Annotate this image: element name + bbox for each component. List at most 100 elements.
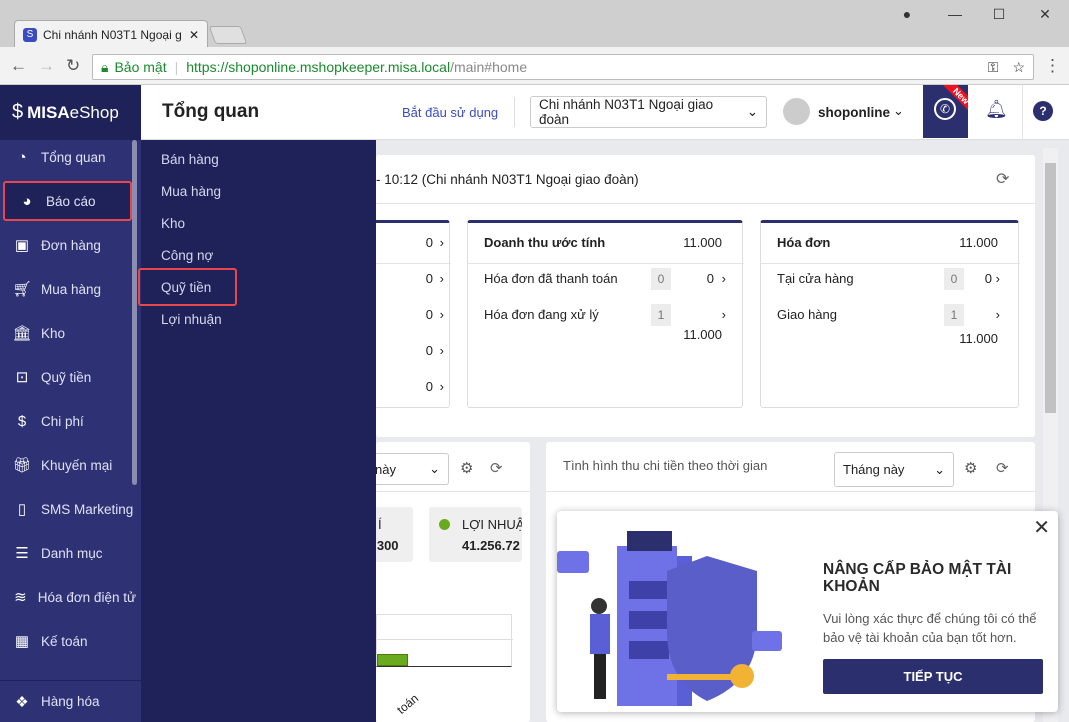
kpi-value[interactable]: 0 [426,271,433,286]
profit-tile[interactable]: LỢI NHUẬI 41.256.72 [429,507,522,562]
kpi-value[interactable]: 0 [426,343,433,358]
row-value[interactable]: 0 [707,271,714,286]
count-badge: 1 [944,304,964,326]
get-started-link[interactable]: Bắt đầu sử dụng [402,105,498,120]
sidebar-item-label: Kho [41,325,66,341]
branch-label: Chi nhánh N03T1 Ngoại giao đoàn [539,97,714,127]
sidebar-item-mua-hang[interactable]: 🛒︎ Mua hàng [0,269,136,309]
logo[interactable]: $ MISA eShop [0,85,141,140]
profile-icon[interactable]: ● [892,6,922,26]
forward-icon[interactable]: → [38,56,55,76]
kpi-value[interactable]: 0 [426,379,433,394]
count-badge: 0 [944,268,964,290]
sidebar-item-chi-phi[interactable]: $ Chi phí [0,401,136,441]
sidebar-item-tong-quan[interactable]: ◔ Tổng quan [0,137,136,177]
gear-icon[interactable]: ⚙ [460,459,473,477]
refresh-icon[interactable]: ⟳ [996,459,1009,477]
page-title: Tổng quan [162,101,260,122]
bell-icon[interactable]: 🔔︎ [985,99,1008,120]
sidebar-item-hoa-don-dien-tu[interactable]: ≋ Hóa đơn điện tử [0,577,136,617]
chevron-down-icon[interactable]: ⌄ [893,103,904,119]
submenu-item-mua-hang[interactable]: Mua hàng [161,184,221,199]
submenu-item-ban-hang[interactable]: Bán hàng [161,152,219,167]
profit-bar[interactable] [377,654,408,666]
call-button[interactable]: ✆ New [923,85,968,138]
revenue-card: Doanh thu ước tính 11.000 Hóa đơn đã tha… [467,220,744,408]
gear-icon[interactable]: ⚙ [964,459,977,477]
logo-icon: $ [12,101,24,123]
chevron-down-icon: ⌄ [429,461,440,476]
minimize-button[interactable]: — [940,6,970,26]
chevron-right-icon[interactable]: › [996,271,1000,286]
close-window-button[interactable]: ✕ [1030,6,1060,26]
sidebar-item-ke-toan[interactable]: ▦ Kế toán [0,621,136,661]
safe-icon: ⊡ [15,369,29,386]
sidebar-item-label: Quỹ tiền [41,369,92,385]
browser-tab[interactable]: S Chi nhánh N03T1 Ngoại g ✕ [14,20,208,48]
close-icon[interactable]: ✕ [1033,515,1050,540]
maximize-button[interactable]: ☐ [984,6,1014,26]
continue-button[interactable]: TIẾP TỤC [823,659,1043,694]
refresh-icon[interactable]: ⟳ [996,169,1009,189]
chevron-right-icon[interactable]: › [722,271,726,286]
reload-icon[interactable]: ↻ [66,56,80,76]
boxes-icon: ❖ [15,693,29,711]
back-icon[interactable]: ← [10,56,27,76]
user-name[interactable]: shoponline [818,105,890,120]
invoice-title: Hóa đơn [777,235,831,250]
left-kpi-card: 0 0 0 0 0 › › › › › [366,220,451,408]
sidebar-item-bao-cao[interactable]: ◕ Báo cáo [3,181,132,221]
secure-label: Bảo mật [114,59,167,75]
row-value[interactable]: 11.000 [959,331,998,346]
sidebar-item-label: Khuyến mại [41,457,113,473]
branch-select[interactable]: Chi nhánh N03T1 Ngoại giao đoàn ⌄ [530,96,767,128]
row-value[interactable]: 11.000 [683,327,722,342]
delivery-label: Giao hàng [777,307,837,322]
report-submenu: Bán hàng Mua hàng Kho Công nợ Quỹ tiền L… [138,140,376,722]
security-upgrade-popup: ✕ NÂNG CẤP BẢO MẬT TÀI KHOẢN Vui lòng xá… [557,511,1058,712]
sidebar-item-khuyen-mai[interactable]: 🎁︎ Khuyến mại [0,445,136,485]
gift-icon: 🎁︎ [12,457,32,474]
sidebar-item-sms-marketing[interactable]: ▯ SMS Marketing [0,489,136,529]
chevron-right-icon[interactable]: › [722,307,726,322]
period-select[interactable]: Tháng này ⌄ [834,452,954,487]
period-select[interactable]: này ⌄ [366,453,449,485]
menu-icon[interactable]: ⋮ [1044,56,1061,76]
scrollbar-thumb[interactable] [1045,163,1056,413]
kpi-value[interactable]: 0 [426,235,433,250]
url-input[interactable]: 🔒︎ Bảo mật | https://shoponline.mshopkee… [92,54,1034,80]
invoice-icon: ≋ [14,589,27,606]
submenu-item-cong-no[interactable]: Công nợ [161,248,213,263]
avatar[interactable] [783,98,810,125]
cashflow-title: Tình hình thu chi tiền theo thời gian [563,458,768,473]
sidebar-item-quy-tien[interactable]: ⊡ Quỹ tiền [0,357,136,397]
sidebar-item-label: Đơn hàng [41,237,101,253]
cart-icon: 🛒︎ [12,281,32,298]
key-icon[interactable]: ⚿ [988,59,999,76]
summary-header: - 10:12 (Chi nhánh N03T1 Ngoại giao đoàn… [376,172,639,187]
sidebar-item-hang-hoa[interactable]: ❖ Hàng hóa [0,680,141,722]
sidebar-item-don-hang[interactable]: ▣ Đơn hàng [0,225,136,265]
axis-tick-label: toán [394,691,422,717]
submenu-item-loi-nhuan[interactable]: Lợi nhuận [161,312,222,327]
popup-title: NÂNG CẤP BẢO MẬT TÀI KHOẢN [823,561,1012,595]
sidebar-item-kho[interactable]: 🏛︎ Kho [0,313,136,353]
sidebar-item-danh-muc[interactable]: ☰ Danh mục [0,533,136,573]
submenu-item-quy-tien[interactable]: Quỹ tiền [138,268,237,306]
in-store-label: Tại cửa hàng [777,271,854,286]
submenu-item-kho[interactable]: Kho [161,216,185,231]
close-tab-icon[interactable]: ✕ [189,28,199,42]
sidebar-item-label: Hóa đơn điện tử [37,589,136,605]
chevron-right-icon[interactable]: › [996,307,1000,322]
calculator-icon: ▦ [14,633,30,650]
row-value[interactable]: 0 [985,271,992,286]
kpi-value[interactable]: 0 [426,307,433,322]
star-icon[interactable]: ☆ [1012,59,1025,76]
help-icon[interactable]: ? [1033,101,1053,121]
sidebar-scrollbar[interactable] [132,140,137,485]
phone-icon: ▯ [17,501,27,518]
refresh-icon[interactable]: ⟳ [490,459,503,477]
legend-dot-icon [439,519,450,530]
new-tab-button[interactable] [208,26,248,44]
security-illustration [557,531,782,706]
